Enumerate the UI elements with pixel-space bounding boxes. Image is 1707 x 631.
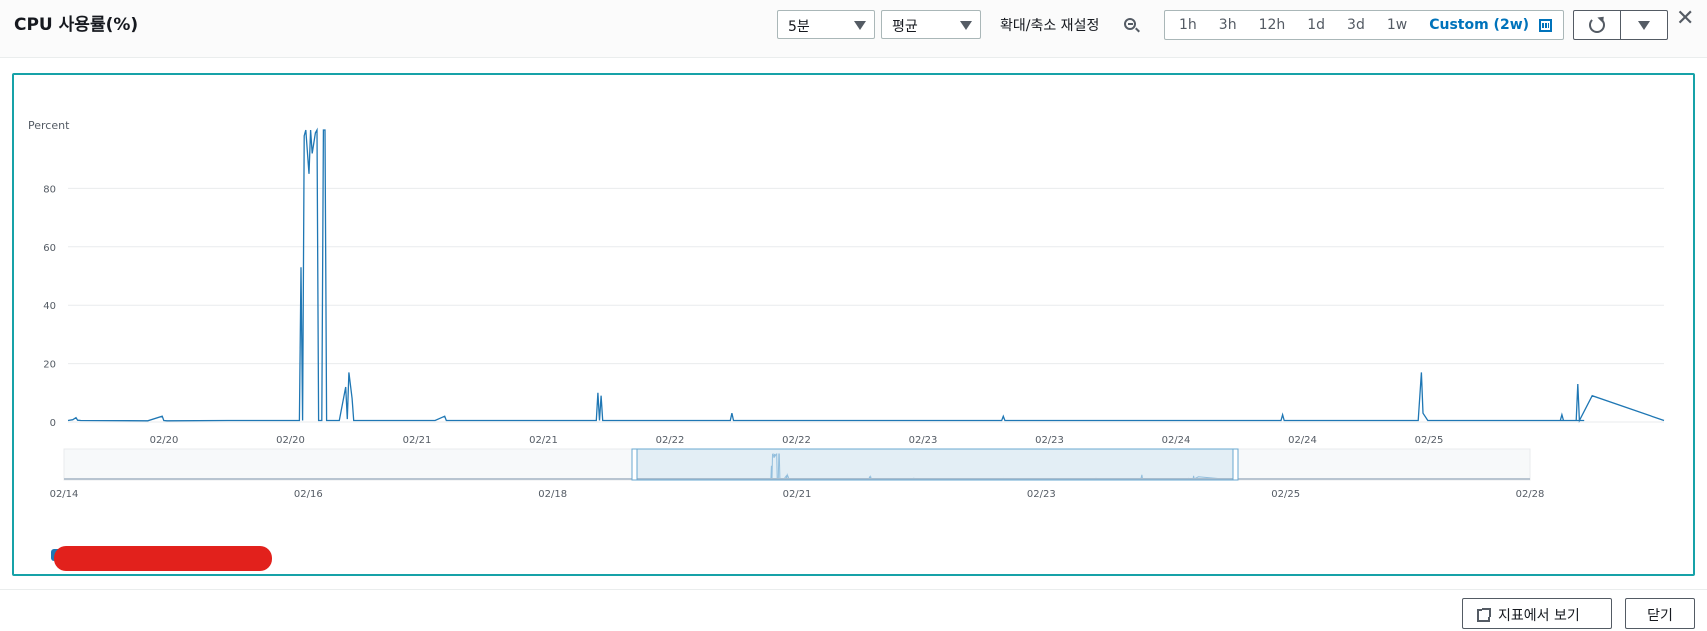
- series-line: [67, 127, 1665, 423]
- overview-tick-label: 02/23: [1027, 489, 1056, 500]
- range-1d-button[interactable]: 1d: [1307, 17, 1325, 33]
- cpu-utilization-chart[interactable]: Percent 0 20 40 60 80 02/20 02/20 02/21 02/21 02/2…: [14, 75, 1693, 574]
- range-custom-button[interactable]: Custom (2w): [1429, 17, 1529, 33]
- dialog-header: CPU 사용률(%) 5분 평균 확대/축소 재설정 1h 3h 12h 1d …: [0, 0, 1707, 58]
- zoom-out-icon[interactable]: [1124, 18, 1136, 30]
- overview-tick-label: 02/21: [783, 489, 812, 500]
- chevron-down-icon: [854, 21, 866, 30]
- view-in-metrics-label: 지표에서 보기: [1498, 608, 1580, 624]
- chevron-down-icon: [960, 21, 972, 30]
- calendar-icon[interactable]: [1539, 18, 1553, 32]
- refresh-options-button[interactable]: [1620, 10, 1668, 40]
- refresh-button[interactable]: [1573, 10, 1621, 40]
- refresh-icon: [1589, 17, 1605, 33]
- range-3d-button[interactable]: 3d: [1347, 17, 1365, 33]
- range-1h-button[interactable]: 1h: [1179, 17, 1197, 33]
- redacted-legend-label: [54, 546, 272, 571]
- period-select[interactable]: 5분: [777, 10, 875, 39]
- overview-selection-window: [633, 448, 1237, 481]
- y-tick-label: 20: [43, 360, 56, 371]
- overview-handle-right: [1232, 448, 1239, 481]
- range-3h-button[interactable]: 3h: [1219, 17, 1237, 33]
- y-tick-label: 80: [43, 184, 56, 195]
- x-tick-label: 02/21: [529, 435, 558, 446]
- y-axis-label: Percent: [28, 119, 70, 132]
- close-button[interactable]: 닫기: [1625, 598, 1695, 629]
- dialog-title: CPU 사용률(%): [14, 15, 139, 35]
- zoom-reset-button[interactable]: 확대/축소 재설정: [1000, 15, 1099, 35]
- chevron-down-icon: [1638, 21, 1650, 30]
- range-1w-button[interactable]: 1w: [1387, 17, 1407, 33]
- chart-panel: Percent 0 20 40 60 80 02/20 02/20 02/21 02/21 02/2…: [12, 73, 1695, 576]
- overview-tick-label: 02/25: [1271, 489, 1300, 500]
- overview-tick-label: 02/18: [538, 489, 567, 500]
- overview-handle-left: [631, 448, 638, 481]
- x-tick-label: 02/22: [782, 435, 811, 446]
- overview-tick-label: 02/14: [50, 489, 79, 500]
- zoom-reset-label: 확대/축소 재설정: [1000, 18, 1100, 34]
- x-tick-label: 02/24: [1162, 435, 1191, 446]
- x-tick-label: 02/25: [1415, 435, 1444, 446]
- y-tick-label: 60: [43, 243, 56, 254]
- dialog-footer: [0, 589, 1707, 631]
- x-tick-label: 02/23: [909, 435, 938, 446]
- range-12h-button[interactable]: 12h: [1259, 17, 1286, 33]
- close-button-label: 닫기: [1647, 608, 1673, 624]
- time-range-selector: 1h 3h 12h 1d 3d 1w Custom (2w): [1164, 10, 1564, 40]
- period-select-value: 5분: [788, 19, 810, 35]
- x-tick-label: 02/21: [403, 435, 432, 446]
- view-in-metrics-button[interactable]: 지표에서 보기: [1462, 598, 1612, 629]
- x-tick-label: 02/23: [1035, 435, 1064, 446]
- overview-tick-label: 02/28: [1516, 489, 1545, 500]
- external-link-icon: [1477, 608, 1491, 622]
- x-tick-label: 02/20: [276, 435, 305, 446]
- overview-tick-label: 02/16: [294, 489, 323, 500]
- statistic-select[interactable]: 평균: [881, 10, 981, 39]
- close-icon[interactable]: ✕: [1676, 8, 1694, 30]
- y-tick-label: 0: [50, 418, 56, 429]
- y-tick-label: 40: [43, 301, 56, 312]
- x-tick-label: 02/24: [1288, 435, 1317, 446]
- statistic-select-value: 평균: [892, 19, 918, 35]
- x-tick-label: 02/20: [150, 435, 179, 446]
- x-tick-label: 02/22: [656, 435, 685, 446]
